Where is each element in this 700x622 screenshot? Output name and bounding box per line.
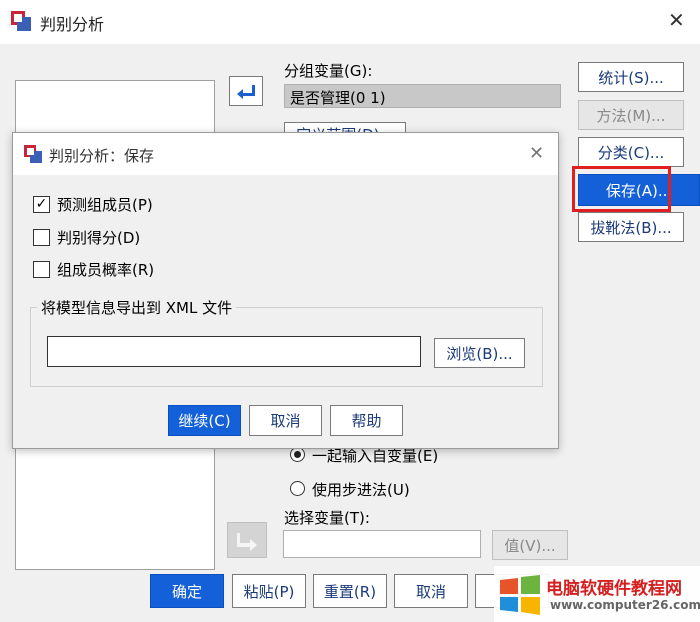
statistics-button[interactable]: 统计(S)...	[578, 62, 684, 92]
move-to-selection-button[interactable]	[227, 522, 267, 558]
reset-button[interactable]: 重置(R)	[313, 574, 387, 608]
move-to-grouping-button[interactable]	[229, 76, 263, 106]
checkbox-discriminant-scores[interactable]	[33, 229, 50, 246]
paste-button[interactable]: 粘贴(P)	[232, 574, 306, 608]
grouping-variable-value: 是否管理(0 1)	[290, 89, 386, 107]
dialog-help-button[interactable]: 帮助	[330, 405, 403, 436]
checkbox-membership-probability-label: 组成员概率(R)	[57, 261, 155, 279]
dialog-app-icon	[23, 144, 43, 164]
grouping-variable-label: 分组变量(G):	[284, 62, 373, 80]
main-cancel-button[interactable]: 取消	[394, 574, 468, 608]
watermark-url: www.computer26.com	[550, 598, 700, 612]
watermark-site-name: 电脑软硬件教程网	[546, 579, 682, 599]
export-xml-group-label: 将模型信息导出到 XML 文件	[37, 297, 237, 318]
arrow-right-icon	[237, 533, 257, 551]
grouping-variable-field[interactable]: 是否管理(0 1)	[284, 84, 561, 108]
windows-logo-icon	[500, 575, 540, 615]
continue-button[interactable]: 继续(C)	[168, 405, 241, 436]
app-icon	[10, 10, 32, 32]
value-button[interactable]: 值(V)...	[492, 530, 568, 560]
save-dialog: 判别分析：保存 ✕ ✓ 预测组成员(P) 判别得分(D) 组成员概率(R) 将模…	[12, 132, 559, 449]
select-variable-label: 选择变量(T):	[284, 509, 370, 527]
checkbox-discriminant-scores-label: 判别得分(D)	[57, 229, 141, 247]
radio-enter-together[interactable]	[290, 447, 305, 462]
save-dialog-title-bar: 判别分析：保存 ✕	[13, 133, 558, 175]
export-path-input[interactable]	[47, 336, 421, 367]
main-close-icon[interactable]: ✕	[668, 8, 685, 32]
radio-stepwise-label: 使用步进法(U)	[312, 481, 410, 499]
watermark: 电脑软硬件教程网 www.computer26.com	[494, 566, 700, 622]
save-dialog-close-icon[interactable]: ✕	[529, 143, 544, 164]
arrow-left-icon	[237, 85, 255, 99]
method-button[interactable]: 方法(M)...	[578, 100, 684, 130]
main-title-bar: 判别分析 ✕	[0, 0, 700, 44]
radio-stepwise[interactable]	[290, 481, 305, 496]
checkbox-predicted-group-label: 预测组成员(P)	[57, 196, 153, 214]
ok-button[interactable]: 确定	[150, 574, 224, 608]
save-dialog-title: 判别分析：保存	[49, 147, 155, 165]
save-highlight-box	[572, 166, 671, 212]
bootstrap-button[interactable]: 拔靴法(B)...	[578, 212, 684, 242]
checkbox-predicted-group[interactable]: ✓	[33, 196, 50, 213]
classify-button[interactable]: 分类(C)...	[578, 137, 684, 167]
main-window-title: 判别分析	[40, 15, 105, 34]
checkbox-membership-probability[interactable]	[33, 261, 50, 278]
browse-button[interactable]: 浏览(B)...	[434, 338, 525, 368]
select-variable-field[interactable]	[283, 530, 481, 558]
dialog-cancel-button[interactable]: 取消	[249, 405, 322, 436]
